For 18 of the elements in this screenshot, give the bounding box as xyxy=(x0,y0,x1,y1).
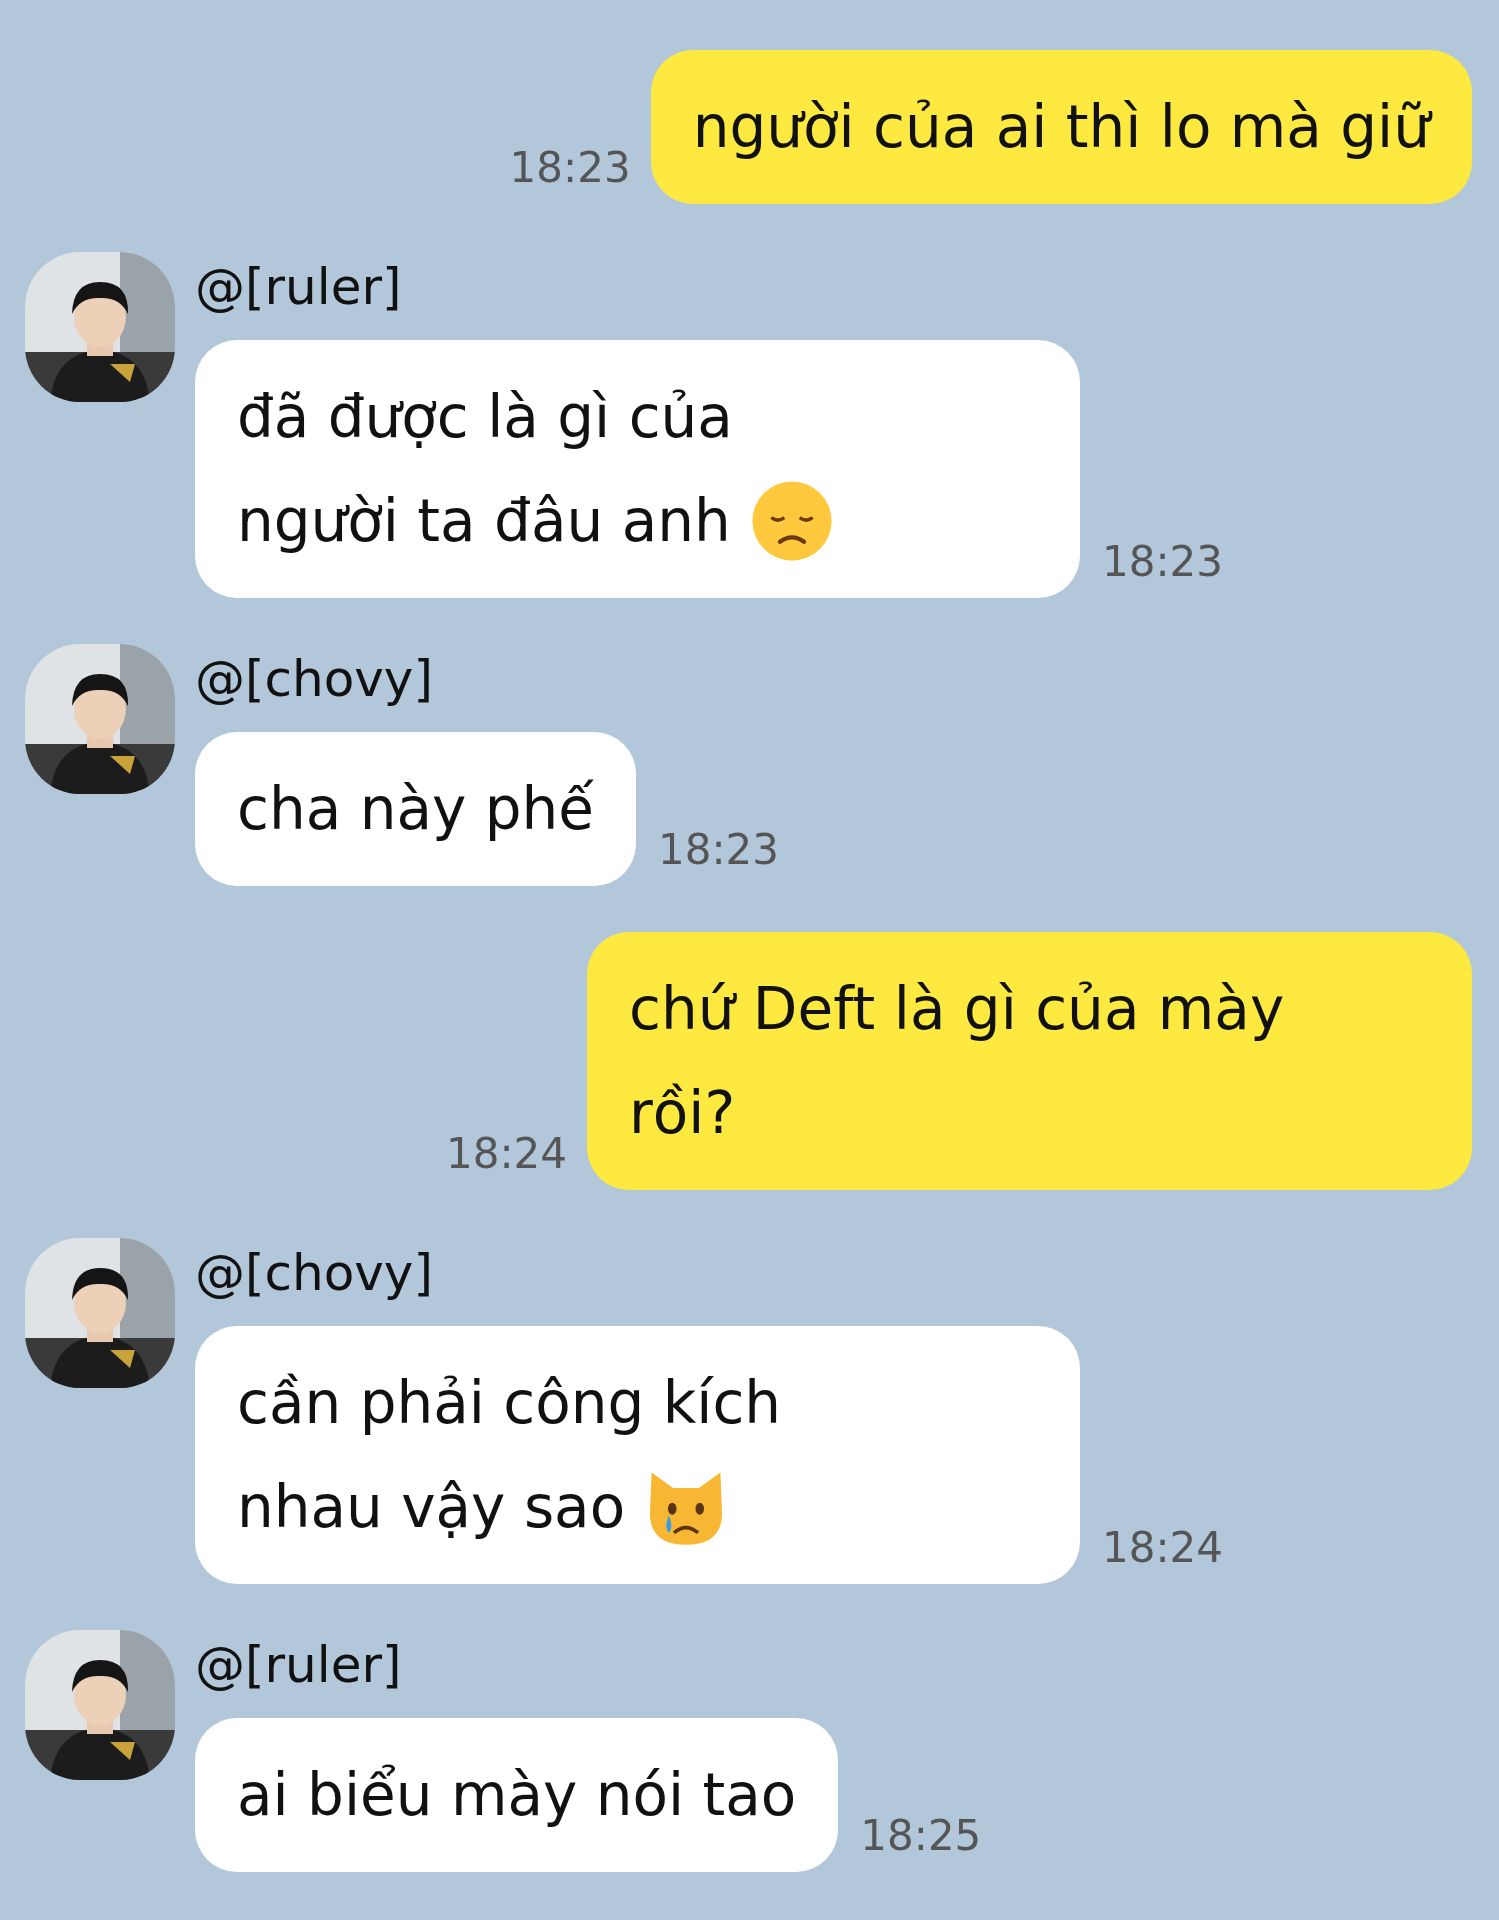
message-time: 18:24 xyxy=(1102,1522,1224,1574)
message-text: nhau vậy sao xyxy=(237,1472,626,1543)
sender-name: @[chovy] xyxy=(195,649,434,710)
message-text: cần phải công kích xyxy=(237,1368,782,1439)
sender-name: @[ruler] xyxy=(195,1635,403,1696)
message-time: 18:25 xyxy=(860,1810,982,1862)
message-text: ai biểu mày nói tao xyxy=(237,1760,797,1831)
message-text: người ta đâu anh xyxy=(237,486,731,557)
message-time: 18:23 xyxy=(1102,536,1224,588)
sender-name: @[chovy] xyxy=(195,1243,434,1304)
message-text: cha này phế xyxy=(237,774,594,845)
message-time: 18:24 xyxy=(445,1128,567,1180)
sender-name: @[ruler] xyxy=(195,257,403,318)
message-time: 18:23 xyxy=(657,824,779,876)
message-text: chứ Deft là gì của mày xyxy=(629,974,1285,1045)
message-text: đã được là gì của xyxy=(237,382,733,453)
message-time: 18:23 xyxy=(509,142,631,194)
message-text: rồi? xyxy=(629,1078,736,1149)
